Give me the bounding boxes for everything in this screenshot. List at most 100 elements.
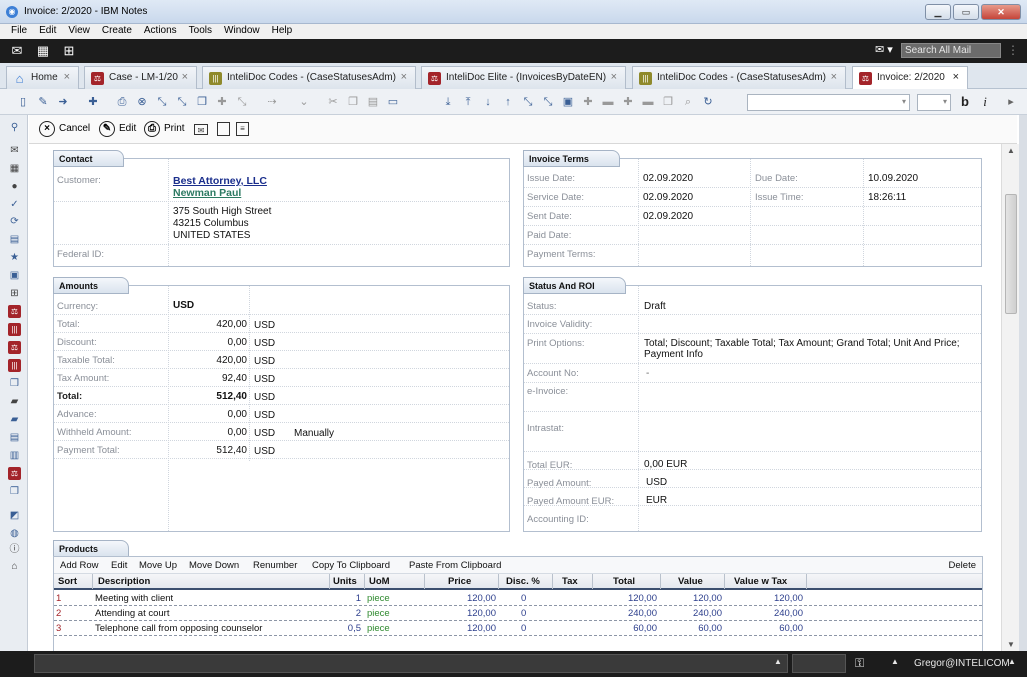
close-tab-icon[interactable]: ×: [64, 71, 70, 83]
email-icon[interactable]: ✉: [194, 124, 208, 135]
codes-alt-icon[interactable]: |||: [8, 359, 21, 372]
todo-icon[interactable]: ✓: [8, 198, 21, 211]
close-tab-icon[interactable]: ×: [401, 71, 407, 83]
mail-scope-icon[interactable]: ✉ ▾: [875, 43, 899, 56]
calendar-icon[interactable]: ▦: [35, 43, 51, 59]
scroll-up-icon[interactable]: ▲: [1007, 146, 1015, 155]
col-description[interactable]: Description: [98, 576, 150, 587]
dash-gray-icon[interactable]: ▬: [641, 95, 655, 109]
menu-view[interactable]: View: [62, 24, 96, 36]
contacts-icon[interactable]: ●: [8, 180, 21, 193]
edit-icon[interactable]: ✎: [36, 95, 50, 109]
stop-icon[interactable]: ⊗: [135, 95, 149, 109]
cut-icon[interactable]: ✂: [326, 95, 340, 109]
col-value-with-tax[interactable]: Value w Tax: [734, 576, 787, 587]
workspace-icon[interactable]: ▣: [8, 269, 21, 282]
arrow-down-icon[interactable]: ↓: [481, 95, 495, 109]
menu-edit[interactable]: Edit: [33, 24, 62, 36]
edit-button[interactable]: ✎ Edit: [99, 121, 136, 139]
col-uom[interactable]: UoM: [369, 576, 390, 587]
folder-open-icon[interactable]: ▰: [8, 413, 21, 426]
tool-c-icon[interactable]: ✚: [215, 95, 229, 109]
dropdown-icon[interactable]: ⌄: [297, 95, 311, 109]
chart-icon[interactable]: ◩: [8, 509, 21, 522]
copy-document-icon[interactable]: [217, 122, 230, 136]
minus-icon[interactable]: ▬: [601, 95, 615, 109]
globe-icon[interactable]: ◍: [8, 527, 21, 540]
copy-to-clipboard-button[interactable]: Copy To Clipboard: [312, 560, 390, 571]
plus-gray-icon[interactable]: ✚: [621, 95, 635, 109]
col-sort[interactable]: Sort: [58, 576, 77, 587]
overflow-icon[interactable]: ▸: [1004, 95, 1018, 109]
calendar-icon[interactable]: ▦: [8, 162, 21, 175]
menu-file[interactable]: File: [0, 24, 33, 36]
tool-a-icon[interactable]: ⤡: [155, 95, 169, 109]
col-total[interactable]: Total: [613, 576, 635, 587]
font-size-select[interactable]: ▾: [917, 94, 951, 111]
home-icon[interactable]: ⌂: [8, 560, 21, 573]
move-down-button[interactable]: Move Down: [189, 560, 239, 571]
copy-doc-icon[interactable]: ❐: [346, 95, 360, 109]
user-menu-icon[interactable]: ▲: [1008, 657, 1016, 666]
minimize-button[interactable]: ▁: [925, 4, 951, 20]
stack-icon[interactable]: ▥: [8, 449, 21, 462]
menu-window[interactable]: Window: [218, 24, 266, 36]
menu-tools[interactable]: Tools: [183, 24, 218, 36]
document-icon[interactable]: ≡: [236, 122, 249, 136]
col-value[interactable]: Value: [678, 576, 703, 587]
documents-icon[interactable]: ❐: [8, 485, 21, 498]
paste-icon[interactable]: ▤: [366, 95, 380, 109]
intelidoc-icon[interactable]: ⚖: [8, 305, 21, 318]
customer-company-link[interactable]: Best Attorney, LLC: [173, 175, 267, 187]
scroll-thumb[interactable]: [1005, 194, 1017, 314]
tab-invoice[interactable]: ⚖ Invoice: 2/2020 ×: [852, 66, 968, 90]
table-row[interactable]: 2 Attending at court 2 piece 120,00 0 240,00 24…: [54, 607, 982, 621]
elite-icon[interactable]: ⚖: [8, 341, 21, 354]
tab-intelidoc-codes-1[interactable]: ||| InteliDoc Codes - (CaseStatusesAdm) …: [202, 66, 416, 89]
binoculars-icon[interactable]: ⚲: [8, 121, 21, 134]
status-menu-icon[interactable]: ▲: [891, 657, 899, 666]
menu-help[interactable]: Help: [266, 24, 299, 36]
move-top-icon[interactable]: ⤒: [461, 95, 475, 109]
collapse-icon[interactable]: ⤡: [541, 95, 555, 109]
apps-icon[interactable]: ⊞: [61, 43, 77, 59]
sync-icon[interactable]: ⟳: [8, 215, 21, 228]
clipboard-icon[interactable]: ▤: [8, 233, 21, 246]
bold-button[interactable]: b: [958, 95, 972, 109]
menu-create[interactable]: Create: [96, 24, 138, 36]
apps-icon[interactable]: ⊞: [8, 287, 21, 300]
favorites-icon[interactable]: ★: [8, 251, 21, 264]
scroll-down-icon[interactable]: ▼: [1007, 640, 1015, 649]
col-price[interactable]: Price: [448, 576, 471, 587]
tab-case[interactable]: ⚖ Case - LM-1/20 ×: [84, 66, 197, 89]
table-row[interactable]: 3 Telephone call from opposing counselor 0…: [54, 622, 982, 636]
close-tab-icon[interactable]: ×: [953, 71, 959, 83]
elite-alt-icon[interactable]: ⚖: [8, 467, 21, 480]
col-units[interactable]: Units: [333, 576, 357, 587]
close-window-button[interactable]: ✕: [981, 4, 1021, 20]
cancel-button[interactable]: × Cancel: [39, 121, 90, 139]
paste-from-clipboard-button[interactable]: Paste From Clipboard: [409, 560, 501, 571]
tool-b-icon[interactable]: ⤡: [175, 95, 189, 109]
new-icon[interactable]: ✚: [86, 95, 100, 109]
refresh-icon[interactable]: ↻: [701, 95, 715, 109]
plus-icon[interactable]: ✚: [581, 95, 595, 109]
col-discount[interactable]: Disc. %: [506, 576, 540, 587]
tab-intelidoc-codes-2[interactable]: ||| InteliDoc Codes - (CaseStatusesAdm) …: [632, 66, 846, 89]
current-user[interactable]: Gregor@INTELICOM: [914, 658, 1010, 669]
tab-home[interactable]: ⌂ Home ×: [6, 66, 79, 89]
close-tab-icon[interactable]: ×: [182, 71, 188, 83]
tool-d-icon[interactable]: ⤡: [235, 95, 249, 109]
duplicate-icon[interactable]: ❐: [661, 95, 675, 109]
renumber-button[interactable]: Renumber: [253, 560, 297, 571]
edit-row-button[interactable]: Edit: [111, 560, 127, 571]
mail-icon[interactable]: ✉: [9, 43, 25, 59]
menu-actions[interactable]: Actions: [138, 24, 183, 36]
col-tax[interactable]: Tax: [562, 576, 578, 587]
window-icon[interactable]: ▣: [561, 95, 575, 109]
maximize-button[interactable]: ▭: [953, 4, 979, 20]
database-icon[interactable]: ▤: [8, 431, 21, 444]
info-icon[interactable]: ⓘ: [8, 543, 21, 556]
font-family-select[interactable]: ▾: [747, 94, 910, 111]
delete-row-button[interactable]: Delete: [949, 560, 976, 571]
